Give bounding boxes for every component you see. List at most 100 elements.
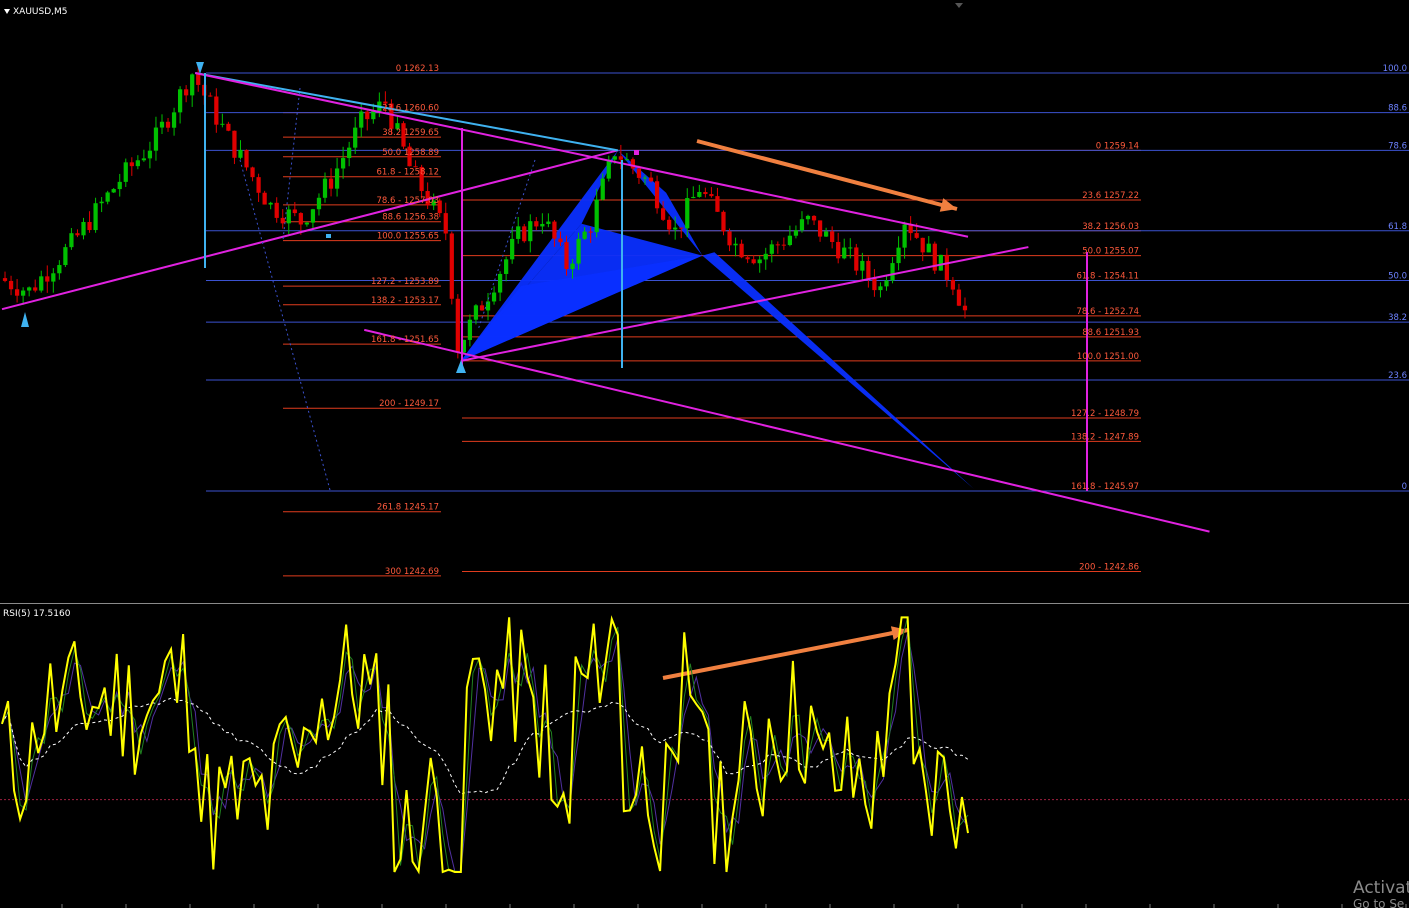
candle-body[interactable] <box>854 247 859 271</box>
candle-body[interactable] <box>153 127 159 151</box>
candle-body[interactable] <box>147 150 153 159</box>
candle-body[interactable] <box>268 202 273 205</box>
candle-body[interactable] <box>238 149 243 158</box>
candle-body[interactable] <box>769 244 774 254</box>
candle-body[interactable] <box>842 247 847 259</box>
candle-body[interactable] <box>322 178 328 198</box>
candle-body[interactable] <box>280 217 285 224</box>
candle-body[interactable] <box>226 123 231 131</box>
candle-body[interactable] <box>14 289 20 296</box>
candle-body[interactable] <box>564 242 569 270</box>
candle-body[interactable] <box>21 290 26 296</box>
candle-body[interactable] <box>371 111 376 120</box>
candle-body[interactable] <box>606 159 611 179</box>
candle-body[interactable] <box>497 273 503 293</box>
candle-body[interactable] <box>347 147 352 159</box>
candle-body[interactable] <box>341 158 346 169</box>
candle-body[interactable] <box>286 209 291 224</box>
candle-body[interactable] <box>165 121 171 128</box>
candle-body[interactable] <box>920 237 925 253</box>
candle-body[interactable] <box>654 181 660 209</box>
candle-body[interactable] <box>570 263 575 270</box>
candle-body[interactable] <box>679 227 684 229</box>
candle-body[interactable] <box>69 233 74 248</box>
candle-body[interactable] <box>691 196 696 199</box>
candle-body[interactable] <box>703 192 708 195</box>
candle-body[interactable] <box>962 305 968 311</box>
candle-body[interactable] <box>944 254 949 280</box>
candle-body[interactable] <box>449 233 454 299</box>
candle-body[interactable] <box>504 259 509 274</box>
candle-body[interactable] <box>950 279 956 290</box>
candle-body[interactable] <box>630 159 636 169</box>
candle-body[interactable] <box>51 273 56 282</box>
candle-body[interactable] <box>546 221 551 224</box>
candle-body[interactable] <box>250 167 255 178</box>
candle-body[interactable] <box>87 221 92 231</box>
candle-body[interactable] <box>558 238 563 243</box>
candle-body[interactable] <box>600 178 605 200</box>
candle-body[interactable] <box>328 178 334 189</box>
candle-body[interactable] <box>805 215 811 220</box>
candle-body[interactable] <box>298 213 303 225</box>
candle-body[interactable] <box>510 238 515 260</box>
candle-body[interactable] <box>214 96 219 125</box>
candle-body[interactable] <box>135 160 140 167</box>
candle-body[interactable] <box>27 287 32 291</box>
candle-body[interactable] <box>878 286 883 291</box>
candle-body[interactable] <box>667 219 672 230</box>
candle-body[interactable] <box>93 203 98 231</box>
candle-body[interactable] <box>256 177 261 193</box>
candle-body[interactable] <box>159 121 165 128</box>
candle-body[interactable] <box>184 89 189 96</box>
candle-body[interactable] <box>860 260 865 271</box>
candle-body[interactable] <box>715 196 720 212</box>
candle-body[interactable] <box>57 265 62 274</box>
candle-body[interactable] <box>582 231 587 239</box>
candle-body[interactable] <box>775 244 780 246</box>
candle-body[interactable] <box>896 247 901 264</box>
candle-body[interactable] <box>304 222 310 225</box>
candle-body[interactable] <box>612 156 617 160</box>
candle-body[interactable] <box>902 224 907 248</box>
candle-body[interactable] <box>190 74 195 96</box>
candle-body[interactable] <box>763 253 768 260</box>
candle-body[interactable] <box>884 280 889 287</box>
candle-body[interactable] <box>709 194 714 197</box>
candle-body[interactable] <box>99 201 104 204</box>
candle-body[interactable] <box>39 276 44 291</box>
candle-body[interactable] <box>274 202 279 218</box>
candle-body[interactable] <box>473 305 479 320</box>
candle-body[interactable] <box>244 149 249 168</box>
candle-body[interactable] <box>491 292 497 302</box>
candle-body[interactable] <box>2 278 8 281</box>
candle-body[interactable] <box>751 259 756 264</box>
candle-body[interactable] <box>528 221 533 242</box>
candle-body[interactable] <box>292 209 297 214</box>
candle-body[interactable] <box>866 260 871 279</box>
candle-body[interactable] <box>467 319 473 340</box>
candle-body[interactable] <box>141 158 146 161</box>
anchor-handle[interactable] <box>634 150 639 155</box>
candle-body[interactable] <box>697 192 702 197</box>
candle-body[interactable] <box>522 226 527 242</box>
candle-body[interactable] <box>594 199 599 233</box>
candle-body[interactable] <box>310 209 316 223</box>
candle-body[interactable] <box>811 215 817 221</box>
candle-body[interactable] <box>353 127 358 148</box>
candle-body[interactable] <box>177 89 183 113</box>
candle-body[interactable] <box>588 231 593 233</box>
candle-body[interactable] <box>787 235 793 246</box>
candle-body[interactable] <box>660 208 666 220</box>
candle-body[interactable] <box>781 244 786 246</box>
candle-body[interactable] <box>117 181 122 190</box>
candle-body[interactable] <box>552 221 557 239</box>
candle-body[interactable] <box>443 213 448 234</box>
candle-body[interactable] <box>232 130 237 158</box>
candle-body[interactable] <box>793 230 799 236</box>
candle-body[interactable] <box>757 259 762 264</box>
candle-body[interactable] <box>516 226 521 239</box>
candle-body[interactable] <box>956 289 962 306</box>
candle-body[interactable] <box>359 111 364 128</box>
candle-body[interactable] <box>220 123 225 125</box>
